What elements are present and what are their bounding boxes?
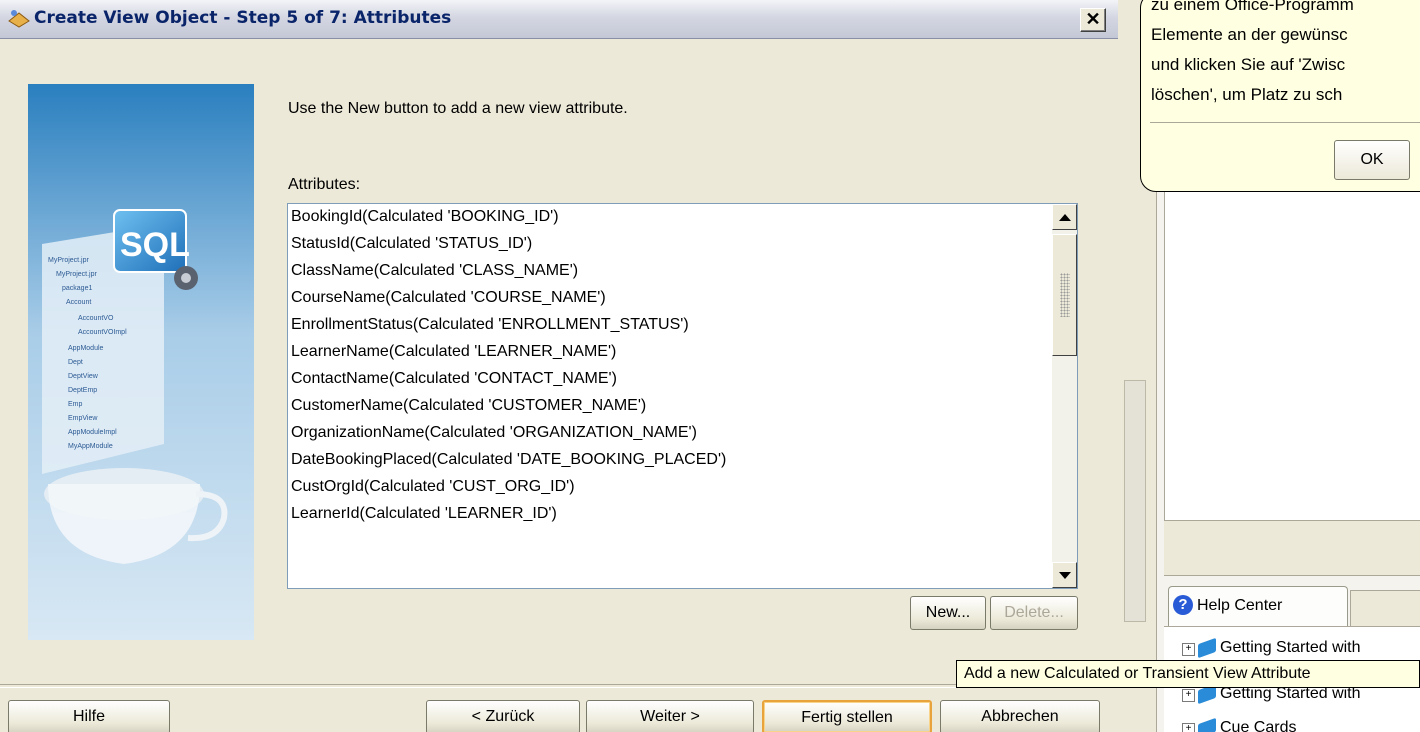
dialog-titlebar[interactable]: Create View Object - Step 5 of 7: Attrib… [0, 0, 1118, 39]
list-item[interactable]: ContactName(Calculated 'CONTACT_NAME') [290, 366, 617, 392]
svg-text:MyAppModule: MyAppModule [68, 443, 113, 450]
list-item[interactable]: CustOrgId(Calculated 'CUST_ORG_ID') [290, 474, 575, 500]
svg-text:MyProject.jpr: MyProject.jpr [56, 271, 98, 278]
list-item[interactable]: StatusId(Calculated 'STATUS_ID') [290, 231, 532, 257]
list-item[interactable]: ClassName(Calculated 'CLASS_NAME') [290, 258, 578, 284]
new-attribute-button[interactable]: New... [910, 596, 986, 630]
help-button[interactable]: Hilfe [8, 700, 170, 732]
list-item[interactable]: LearnerId(Calculated 'LEARNER_ID') [290, 501, 557, 527]
list-scrollbar[interactable] [1052, 204, 1077, 588]
expand-icon[interactable]: + [1182, 723, 1195, 732]
tree-item-label: Cue Cards [1220, 719, 1297, 732]
delete-attribute-button[interactable]: Delete... [990, 596, 1078, 630]
svg-text:AppModuleImpl: AppModuleImpl [68, 429, 117, 436]
book-icon [1198, 637, 1216, 659]
svg-text:EmpView: EmpView [68, 415, 98, 422]
svg-text:DeptView: DeptView [68, 373, 99, 380]
list-item[interactable]: OrganizationName(Calculated 'ORGANIZATIO… [290, 420, 697, 446]
instruction-text: Use the New button to add a new view att… [288, 100, 628, 117]
ide-editor-panel [1164, 180, 1420, 520]
svg-text:AccountVOImpl: AccountVOImpl [78, 329, 127, 336]
book-icon [1198, 717, 1216, 732]
attributes-list[interactable]: BookingId(Calculated 'BOOKING_ID') Statu… [287, 203, 1078, 589]
svg-text:Account: Account [66, 299, 91, 306]
balloon-text-line: löschen', um Platz zu sch [1151, 85, 1343, 104]
balloon-text-line: Elemente an der gewünsc [1151, 25, 1348, 44]
balloon-divider [1150, 122, 1420, 123]
list-item[interactable]: LearnerName(Calculated 'LEARNER_NAME') [290, 339, 616, 365]
svg-text:package1: package1 [62, 285, 92, 292]
app-icon [8, 10, 30, 28]
list-item[interactable]: CustomerName(Calculated 'CUSTOMER_NAME') [290, 393, 646, 419]
grip-icon [1060, 273, 1070, 317]
svg-text:Emp: Emp [68, 401, 83, 408]
arrow-up-icon [1059, 214, 1071, 221]
svg-text:DeptEmp: DeptEmp [68, 387, 97, 394]
ide-scroll-thumb[interactable] [1124, 380, 1146, 622]
help-icon: ? [1173, 595, 1193, 615]
back-button[interactable]: < Zurück [426, 700, 580, 732]
scroll-down-button[interactable] [1052, 562, 1077, 588]
balloon-text-line: und klicken Sie auf 'Zwisc [1151, 55, 1346, 74]
svg-text:AppModule: AppModule [68, 345, 104, 352]
list-item[interactable]: CourseName(Calculated 'COURSE_NAME') [290, 285, 606, 311]
arrow-down-icon [1059, 572, 1071, 579]
list-item[interactable]: BookingId(Calculated 'BOOKING_ID') [290, 204, 559, 230]
wizard-illustration: MyProject.jpr MyProject.jpr package1 Acc… [28, 84, 254, 640]
list-item[interactable]: DateBookingPlaced(Calculated 'DATE_BOOKI… [290, 447, 726, 473]
balloon-ok-button[interactable]: OK [1334, 140, 1410, 180]
svg-text:MyProject.jpr: MyProject.jpr [48, 257, 90, 264]
attributes-label: Attributes: [288, 176, 361, 193]
next-button[interactable]: Weiter > [586, 700, 754, 732]
tab-secondary[interactable] [1350, 590, 1420, 626]
scroll-thumb[interactable] [1052, 234, 1077, 356]
dialog-title: Create View Object - Step 5 of 7: Attrib… [34, 8, 452, 28]
create-view-object-dialog: Create View Object - Step 5 of 7: Attrib… [0, 0, 1118, 732]
expand-icon[interactable]: + [1182, 643, 1195, 656]
balloon-text-line: zu einem Office-Programm [1151, 0, 1354, 14]
button-separator [0, 684, 1118, 688]
svg-text:Dept: Dept [68, 359, 83, 366]
tab-help-center-label: Help Center [1197, 597, 1283, 614]
scroll-up-button[interactable] [1052, 204, 1077, 230]
svg-text:AccountVO: AccountVO [78, 315, 114, 322]
cancel-button[interactable]: Abbrechen [940, 700, 1100, 732]
tree-item-label: Getting Started with [1220, 639, 1361, 656]
tab-help-center[interactable]: ? Help Center [1168, 586, 1348, 626]
list-item[interactable]: EnrollmentStatus(Calculated 'ENROLLMENT_… [290, 312, 689, 338]
close-button[interactable]: ✕ [1080, 8, 1106, 32]
ide-panel-strip [1164, 520, 1420, 576]
expand-icon[interactable]: + [1182, 689, 1195, 702]
sql-graphic-label: SQL [120, 226, 190, 264]
new-button-tooltip: Add a new Calculated or Transient View A… [956, 660, 1420, 688]
finish-button[interactable]: Fertig stellen [762, 700, 932, 732]
close-icon: ✕ [1085, 9, 1101, 29]
